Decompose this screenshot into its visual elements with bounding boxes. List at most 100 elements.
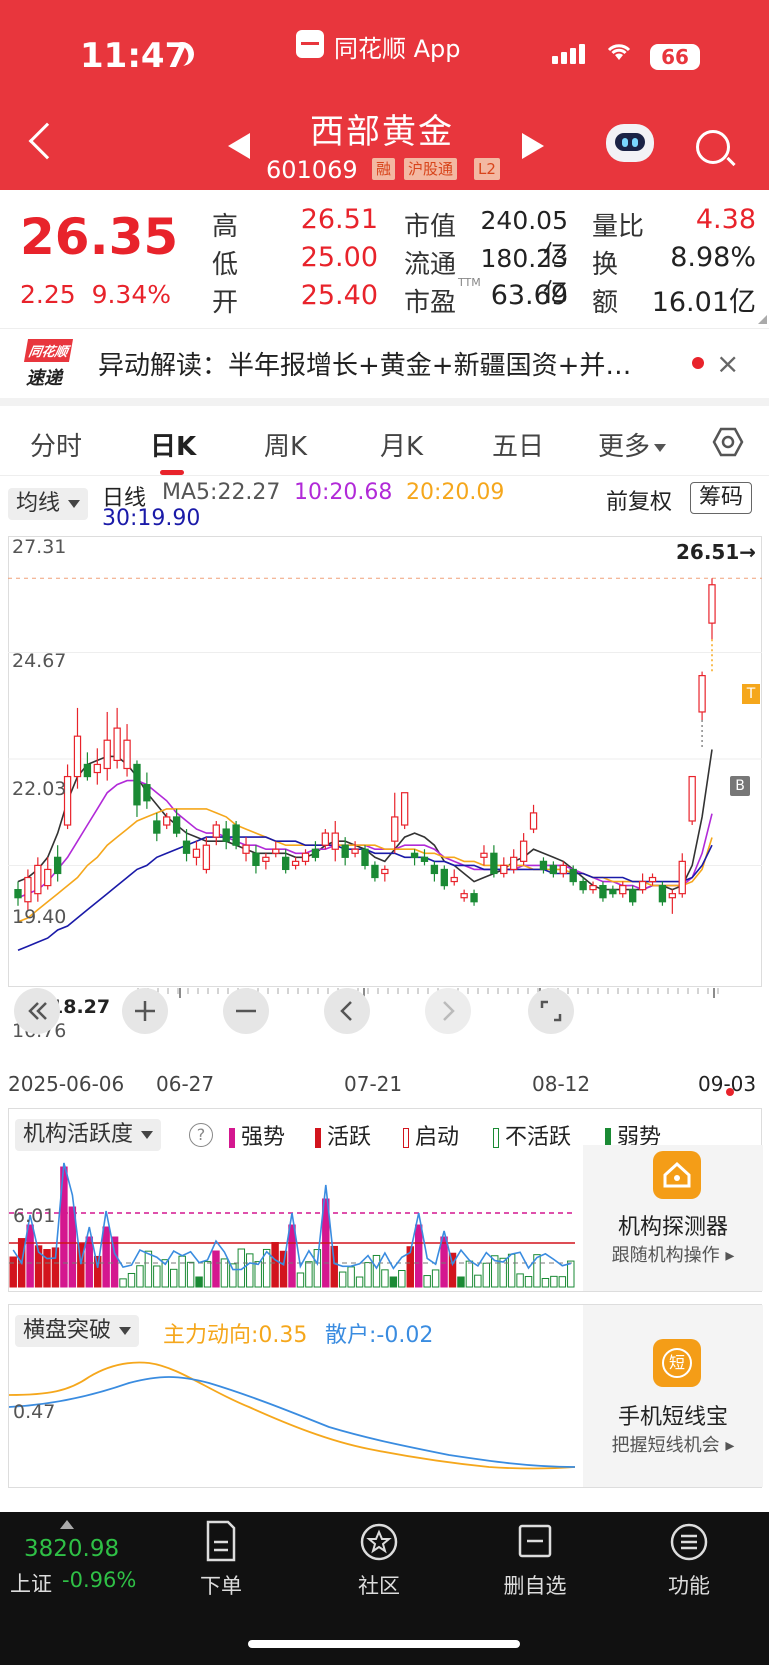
period-tabs: 分时 日K 周K 月K 五日 更多: [0, 406, 769, 476]
settings-hexagon-icon[interactable]: [712, 426, 744, 458]
candle-body: [282, 856, 290, 871]
short-line-promo[interactable]: 短 手机短线宝 把握短线机会 ▸: [583, 1305, 763, 1487]
candle-body: [163, 816, 171, 826]
candle-body: [430, 864, 439, 875]
chips-button[interactable]: 筹码: [690, 482, 753, 514]
y-tick-0: 27.31: [12, 536, 67, 558]
news-headline[interactable]: 异动解读：半年报增长+黄金+新疆国资+并…: [98, 345, 678, 382]
activity-bar: [127, 1272, 136, 1288]
candle-body: [579, 880, 587, 891]
activity-bar: [119, 1278, 127, 1288]
app-logo-icon: [296, 30, 324, 58]
home-indicator[interactable]: [248, 1640, 520, 1648]
activity-bar: [246, 1253, 254, 1288]
index-value[interactable]: 3820.98: [24, 1536, 119, 1562]
activity-bar: [170, 1268, 178, 1288]
candle-body: [172, 816, 181, 834]
activity-bar: [178, 1255, 186, 1288]
fullscreen-button[interactable]: [528, 988, 574, 1034]
activity-bar: [558, 1276, 567, 1288]
adjust-mode[interactable]: 前复权: [606, 484, 672, 516]
activity-bar: [567, 1260, 575, 1288]
index-change[interactable]: -0.96%: [62, 1568, 136, 1592]
candlestick-chart[interactable]: 27.31 24.67 22.03 19.40 16.76 26.51→ 18.…: [8, 536, 762, 1056]
help-icon[interactable]: ?: [189, 1123, 213, 1147]
menu-circle-icon: [670, 1523, 708, 1561]
wifi-icon: [606, 42, 632, 68]
back-arrow-icon[interactable]: [28, 122, 66, 160]
tab-intraday[interactable]: 分时: [30, 426, 82, 463]
candle-body: [490, 852, 498, 875]
expand-up-icon[interactable]: [60, 1520, 74, 1529]
nav-remove-watchlist[interactable]: 删自选: [490, 1512, 580, 1612]
candle-body: [242, 844, 250, 854]
search-icon[interactable]: [696, 130, 730, 164]
candle-body: [34, 864, 42, 895]
next-stock-icon[interactable]: [522, 133, 544, 159]
institution-detector-promo[interactable]: 机构探测器 跟随机构操作 ▸: [583, 1145, 763, 1291]
turnover-label: 换: [592, 250, 619, 280]
tab-daily-k[interactable]: 日K: [150, 426, 196, 463]
zoom-in-button[interactable]: [122, 988, 168, 1034]
tab-five-day[interactable]: 五日: [492, 426, 544, 463]
candle-body: [341, 844, 349, 858]
tab-monthly-k[interactable]: 月K: [380, 426, 423, 463]
scroll-left-fast-button[interactable]: [14, 988, 60, 1034]
candle-body: [450, 876, 458, 883]
zoom-out-button[interactable]: [223, 988, 269, 1034]
activity-bar: [288, 1224, 296, 1288]
nav-community[interactable]: 社区: [334, 1512, 424, 1612]
candle-body: [73, 735, 82, 778]
candle-body: [53, 856, 62, 875]
battery-icon: 66: [650, 44, 700, 70]
candle-body: [371, 864, 379, 879]
activity-bar: [9, 1256, 17, 1288]
candle-body: [569, 868, 577, 883]
expand-corner-icon[interactable]: [758, 315, 767, 324]
main-force-line: [9, 1361, 575, 1470]
ind1-y-tick: 6.01: [13, 1205, 56, 1227]
ma-selector[interactable]: 均线: [8, 488, 89, 520]
candle-body: [638, 880, 647, 891]
retail-value: 散户:-0.02: [325, 1323, 434, 1348]
activity-bar: [355, 1276, 364, 1288]
tab-more[interactable]: 更多: [598, 426, 667, 463]
candle-body: [222, 828, 230, 842]
close-icon[interactable]: ×: [716, 347, 739, 380]
indicator-selector-2[interactable]: 横盘突破: [15, 1315, 140, 1347]
candle-body: [549, 864, 558, 875]
institution-activity-bars: [9, 1162, 575, 1288]
candle-body: [83, 763, 92, 778]
news-logo: 同花顺 速递: [23, 339, 82, 389]
candle-body: [410, 852, 419, 858]
index-name[interactable]: 上证: [10, 1568, 52, 1598]
candle-body: [212, 824, 220, 838]
scroll-right-button[interactable]: [425, 988, 471, 1034]
nav-functions[interactable]: 功能: [644, 1512, 734, 1612]
open-label: 开: [212, 288, 239, 318]
activity-bar: [144, 1250, 153, 1288]
pe-value: 63.69: [490, 280, 568, 311]
activity-bar: [186, 1261, 195, 1288]
candle-body: [133, 763, 141, 806]
tab-weekly-k[interactable]: 周K: [264, 426, 307, 463]
candle-body: [629, 889, 637, 903]
mktcap-label: 市值: [404, 212, 457, 242]
news-bar[interactable]: 同花顺 速递 异动解读：半年报增长+黄金+新疆国资+并… ×: [0, 328, 769, 398]
candle-body: [262, 856, 270, 862]
indicator-selector-1[interactable]: 机构活跃度: [15, 1119, 162, 1151]
margin-tag: 融: [372, 158, 396, 180]
ai-robot-icon[interactable]: [606, 124, 654, 162]
activity-bar: [229, 1263, 237, 1288]
activity-bar: [279, 1250, 288, 1288]
candle-body: [113, 727, 121, 762]
indicator-panel-institution: 机构活跃度 ? 强势 活跃 启动 不活跃 弱势 6.01 机构探测器 跟随机构操…: [8, 1108, 763, 1292]
prev-stock-icon[interactable]: [228, 133, 250, 159]
candle-body: [311, 848, 320, 858]
remove-box-icon: [518, 1524, 552, 1558]
candlestick-svg: [8, 536, 762, 998]
nav-order[interactable]: 下单: [176, 1512, 266, 1612]
scroll-left-button[interactable]: [324, 988, 370, 1034]
activity-bar: [102, 1226, 110, 1288]
candle-body: [44, 868, 52, 887]
